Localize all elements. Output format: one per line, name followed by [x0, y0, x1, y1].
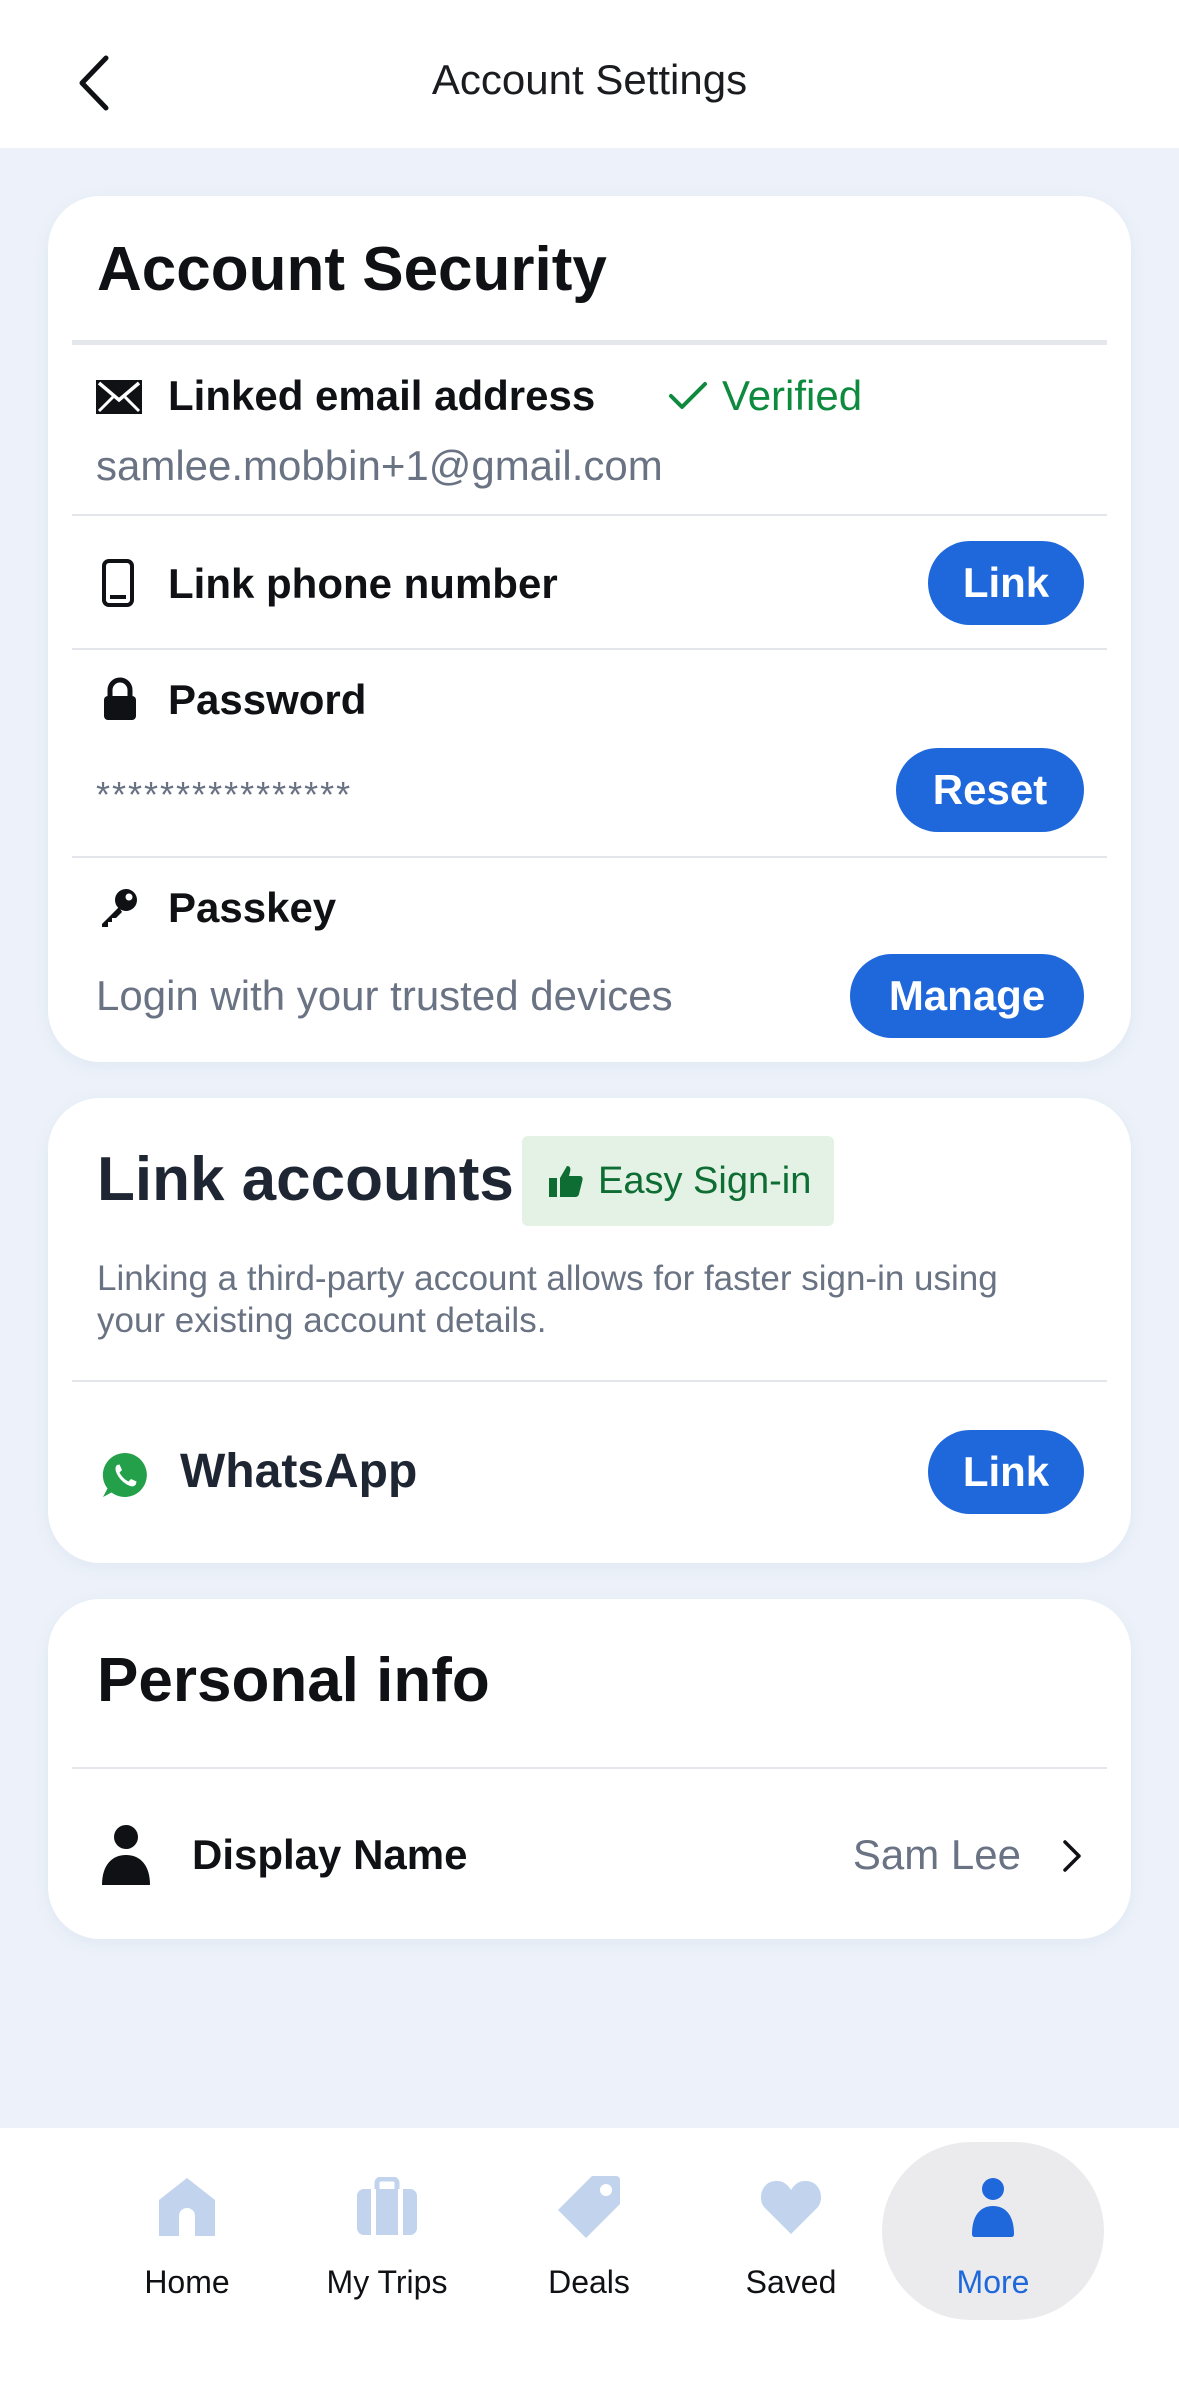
link-phone-button[interactable]: Link: [928, 541, 1084, 625]
whatsapp-icon: [100, 1450, 150, 1500]
divider: [72, 648, 1107, 650]
easy-signin-text: Easy Sign-in: [598, 1159, 812, 1202]
thumbs-up-icon: [549, 1166, 583, 1197]
display-name-value: Sam Lee: [852, 1831, 1021, 1878]
divider: [72, 1380, 1107, 1382]
passkey-label: Passkey: [168, 884, 337, 931]
key-icon: [96, 884, 142, 930]
display-name-label: Display Name: [192, 1831, 468, 1878]
heart-icon: [759, 2172, 823, 2242]
account-security-card: Account Security Linked email address Ve…: [48, 196, 1131, 1062]
personal-info-card: Personal info Display Name Sam Lee: [48, 1599, 1131, 1939]
email-label: Linked email address: [168, 372, 596, 419]
divider: [72, 514, 1107, 516]
tab-my-trips[interactable]: My Trips: [276, 2142, 498, 2320]
verified-badge: Verified: [668, 372, 862, 420]
tab-home[interactable]: Home: [76, 2142, 298, 2320]
tab-label: Saved: [745, 2264, 837, 2300]
link-accounts-title: Link accounts: [97, 1145, 514, 1214]
person-icon: [100, 1823, 152, 1885]
whatsapp-label: WhatsApp: [180, 1445, 418, 1498]
tab-label: Home: [144, 2264, 230, 2300]
passkey-description: Login with your trusted devices: [96, 972, 673, 1019]
page-title: Account Settings: [431, 56, 748, 103]
link-accounts-description: Linking a third-party account allows for…: [97, 1259, 998, 1340]
tag-icon: [556, 2172, 622, 2242]
phone-icon: [100, 558, 136, 608]
tab-more[interactable]: More: [882, 2142, 1104, 2320]
tab-label: More: [956, 2264, 1030, 2300]
password-label: Password: [168, 676, 367, 723]
personal-info-title: Personal info: [97, 1646, 490, 1715]
checkmark-icon: [669, 382, 707, 409]
manage-passkey-button[interactable]: Manage: [850, 954, 1084, 1038]
divider: [72, 856, 1107, 858]
person-icon: [970, 2172, 1016, 2242]
phone-label: Link phone number: [168, 560, 558, 607]
verified-text: Verified: [722, 372, 863, 419]
display-name-row[interactable]: Display Name Sam Lee: [72, 1771, 1107, 1931]
tab-label: Deals: [548, 2264, 630, 2300]
account-security-title: Account Security: [97, 235, 607, 304]
password-masked-value: ****************: [96, 774, 353, 815]
bottom-tab-bar: Home My Trips Deals Saved More: [0, 2128, 1179, 2396]
email-value: samlee.mobbin+1@gmail.com: [96, 442, 663, 489]
envelope-icon: [96, 374, 142, 420]
reset-password-button[interactable]: Reset: [896, 748, 1084, 832]
easy-signin-badge: Easy Sign-in: [522, 1136, 834, 1226]
tab-deals[interactable]: Deals: [478, 2142, 700, 2320]
suitcase-icon: [355, 2172, 419, 2242]
divider: [72, 340, 1107, 345]
home-icon: [155, 2172, 219, 2242]
chevron-right-icon: [1059, 1837, 1085, 1875]
tab-saved[interactable]: Saved: [680, 2142, 902, 2320]
link-whatsapp-button[interactable]: Link: [928, 1430, 1084, 1514]
divider: [72, 1767, 1107, 1769]
link-accounts-card: Link accounts Easy Sign-in Linking a thi…: [48, 1098, 1131, 1563]
tab-label: My Trips: [326, 2264, 448, 2300]
top-app-bar: Account Settings: [0, 0, 1179, 148]
lock-icon: [100, 676, 140, 722]
